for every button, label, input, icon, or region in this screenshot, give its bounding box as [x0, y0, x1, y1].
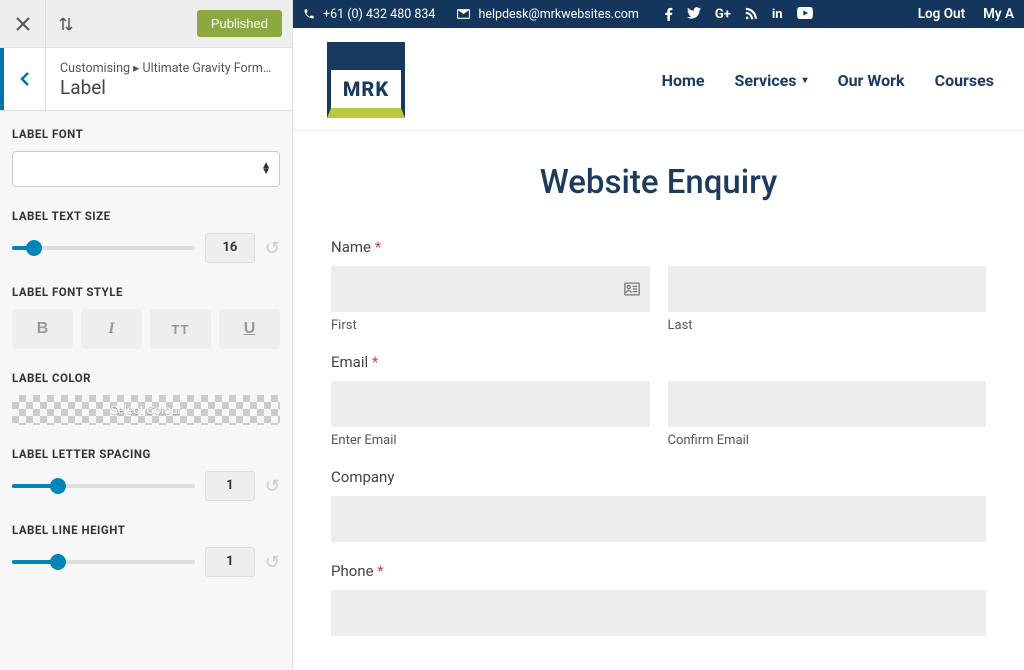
- envelope-icon: [457, 9, 470, 19]
- phone-label: Phone *: [331, 562, 986, 580]
- text-size-slider[interactable]: [12, 246, 195, 250]
- name-label-text: Name: [331, 238, 371, 256]
- breadcrumb: Customising ▸ Ultimate Gravity Form…: [60, 60, 278, 76]
- last-name-input[interactable]: [668, 266, 987, 312]
- chevron-down-icon: ▾: [803, 75, 808, 86]
- first-sub-label: First: [331, 318, 650, 333]
- page-heading: Website Enquiry: [331, 163, 986, 202]
- first-name-input[interactable]: [331, 266, 650, 312]
- site-preview: +61 (0) 432 480 834 helpdesk@mrkwebsites…: [293, 0, 1024, 670]
- arrows-icon: [58, 16, 74, 32]
- label-color-heading: LABEL COLOR: [12, 371, 280, 385]
- my-account-link[interactable]: My A: [983, 6, 1014, 22]
- social-icons: G+ in: [665, 7, 813, 22]
- letter-spacing-slider[interactable]: [12, 484, 195, 488]
- logo-text: MRK: [343, 77, 389, 101]
- letter-spacing-value[interactable]: 1: [205, 471, 255, 501]
- topbar-email[interactable]: helpdesk@mrkwebsites.com: [478, 7, 638, 22]
- required-mark: *: [377, 562, 383, 580]
- letter-spacing-row: 1 ↺: [12, 471, 280, 501]
- line-height-reset[interactable]: ↺: [265, 552, 280, 573]
- underline-button[interactable]: U: [219, 309, 280, 349]
- slider-thumb[interactable]: [50, 478, 66, 494]
- topbar-phone[interactable]: +61 (0) 432 480 834: [323, 7, 435, 22]
- line-height-value[interactable]: 1: [205, 547, 255, 577]
- page-content: Website Enquiry Name * First: [293, 131, 1024, 670]
- facebook-icon[interactable]: [665, 7, 673, 22]
- line-height-slider[interactable]: [12, 560, 195, 564]
- select-chevron-icon: ▲▼: [261, 163, 271, 175]
- company-input[interactable]: [331, 496, 986, 542]
- label-font-style-heading: LABEL FONT STYLE: [12, 285, 280, 299]
- text-size-row: 16 ↺: [12, 233, 280, 263]
- controls-area: LABEL FONT ▲▼ LABEL TEXT SIZE 16 ↺ LABEL…: [0, 111, 292, 670]
- main-nav: Home Services ▾ Our Work Courses: [662, 71, 994, 90]
- section-title-content: Customising ▸ Ultimate Gravity Form… Lab…: [46, 50, 292, 109]
- enter-email-input[interactable]: [331, 381, 650, 427]
- site-header: MRK Home Services ▾ Our Work Courses: [293, 28, 1024, 131]
- panel-header: Published: [0, 0, 292, 48]
- contact-card-icon: [624, 283, 640, 296]
- required-mark: *: [372, 353, 378, 371]
- nav-services[interactable]: Services ▾: [735, 71, 808, 90]
- label-text-size-heading: LABEL TEXT SIZE: [12, 209, 280, 223]
- color-select-button[interactable]: Select Colour: [12, 395, 280, 425]
- nav-our-work[interactable]: Our Work: [838, 71, 905, 90]
- youtube-icon[interactable]: [797, 7, 813, 22]
- company-label: Company: [331, 468, 986, 486]
- name-label: Name *: [331, 238, 986, 256]
- italic-button[interactable]: I: [81, 309, 142, 349]
- line-height-row: 1 ↺: [12, 547, 280, 577]
- nav-home[interactable]: Home: [662, 71, 705, 90]
- letter-spacing-reset[interactable]: ↺: [265, 476, 280, 497]
- close-icon: [16, 17, 30, 31]
- phone-field-row: Phone *: [331, 562, 986, 636]
- font-style-buttons: B I TT U: [12, 309, 280, 349]
- label-font-heading: LABEL FONT: [12, 127, 280, 141]
- topbar: +61 (0) 432 480 834 helpdesk@mrkwebsites…: [293, 0, 1024, 28]
- bold-button[interactable]: B: [12, 309, 73, 349]
- confirm-email-input[interactable]: [668, 381, 987, 427]
- label-line-height-heading: LABEL LINE HEIGHT: [12, 523, 280, 537]
- confirm-email-sub-label: Confirm Email: [668, 433, 987, 448]
- rss-icon[interactable]: [745, 7, 758, 22]
- section-title: Label: [60, 76, 278, 99]
- enter-email-sub-label: Enter Email: [331, 433, 650, 448]
- slider-thumb[interactable]: [26, 240, 42, 256]
- phone-label-text: Phone: [331, 562, 374, 580]
- site-logo[interactable]: MRK: [327, 42, 405, 118]
- email-field-row: Email * Enter Email Confirm Email: [331, 353, 986, 448]
- text-size-reset[interactable]: ↺: [265, 238, 280, 259]
- company-field-row: Company: [331, 468, 986, 542]
- chevron-left-icon: [20, 71, 30, 87]
- back-button[interactable]: [0, 48, 46, 110]
- required-mark: *: [375, 238, 381, 256]
- device-toggle[interactable]: [46, 16, 92, 32]
- topbar-left: +61 (0) 432 480 834 helpdesk@mrkwebsites…: [303, 7, 813, 22]
- topbar-right: Log Out My A: [918, 6, 1014, 22]
- phone-input[interactable]: [331, 590, 986, 636]
- name-field-row: Name * First Last: [331, 238, 986, 333]
- nav-courses[interactable]: Courses: [935, 71, 994, 90]
- label-letter-spacing-heading: LABEL LETTER SPACING: [12, 447, 280, 461]
- uppercase-button[interactable]: TT: [150, 309, 211, 349]
- nav-services-label: Services: [735, 71, 797, 90]
- logout-link[interactable]: Log Out: [918, 6, 965, 22]
- label-font-select[interactable]: ▲▼: [12, 151, 280, 187]
- last-sub-label: Last: [668, 318, 987, 333]
- twitter-icon[interactable]: [687, 7, 701, 22]
- section-title-bar: Customising ▸ Ultimate Gravity Form… Lab…: [0, 48, 292, 111]
- text-size-value[interactable]: 16: [205, 233, 255, 263]
- linkedin-icon[interactable]: in: [772, 7, 783, 22]
- phone-icon: [303, 8, 315, 20]
- email-label-text: Email: [331, 353, 368, 371]
- email-label: Email *: [331, 353, 986, 371]
- close-button[interactable]: [0, 0, 46, 48]
- slider-thumb[interactable]: [50, 554, 66, 570]
- customizer-panel: Published Customising ▸ Ultimate Gravity…: [0, 0, 293, 670]
- publish-button[interactable]: Published: [197, 10, 282, 37]
- googleplus-icon[interactable]: G+: [715, 7, 731, 22]
